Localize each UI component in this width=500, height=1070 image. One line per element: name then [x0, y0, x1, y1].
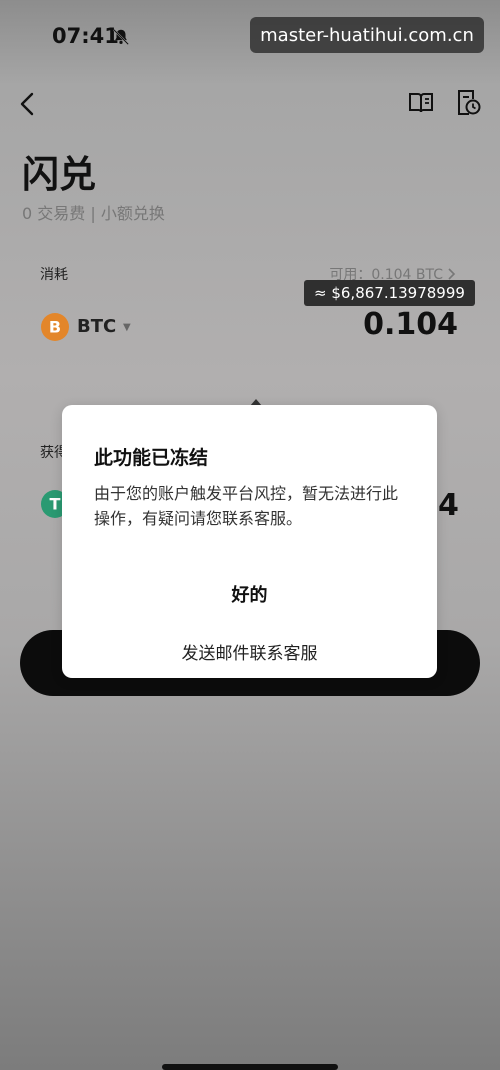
email-support-button[interactable]: 发送邮件联系客服: [62, 639, 437, 664]
consume-label: 消耗: [40, 267, 68, 283]
bitcoin-icon: B: [41, 313, 69, 341]
watermark: master-huatihui.com.cn: [250, 17, 484, 53]
frozen-dialog: 此功能已冻结 由于您的账户触发平台风控，暂无法进行此操作，有疑问请您联系客服。 …: [62, 405, 437, 678]
consume-amount[interactable]: 0.104: [363, 307, 458, 342]
history-clock-icon[interactable]: [455, 88, 481, 116]
flash-swap-screen: 07:41 master-huatihui.com.cn 闪兑 0 交易费 | …: [0, 0, 500, 1070]
dialog-message: 由于您的账户触发平台风控，暂无法进行此操作，有疑问请您联系客服。: [94, 484, 399, 528]
chevron-right-icon: [448, 268, 456, 280]
home-indicator: [162, 1064, 338, 1070]
book-icon[interactable]: [408, 90, 434, 116]
ok-button[interactable]: 好的: [62, 581, 437, 607]
page-subtitle: 0 交易费 | 小额兑换: [22, 204, 165, 223]
svg-text:B: B: [49, 318, 61, 337]
chevron-left-icon[interactable]: [16, 90, 40, 118]
dialog-title: 此功能已冻结: [94, 447, 209, 469]
usd-value-tooltip: ≈ $6,867.13978999: [304, 280, 475, 306]
svg-text:T: T: [50, 495, 61, 514]
page-title: 闪兑: [22, 153, 96, 196]
coin-selector[interactable]: BTC: [77, 316, 116, 337]
bell-muted-icon: [113, 29, 129, 45]
get-amount: 4: [438, 488, 459, 523]
status-time: 07:41: [52, 24, 119, 48]
caret-down-icon[interactable]: ▼: [123, 322, 131, 333]
